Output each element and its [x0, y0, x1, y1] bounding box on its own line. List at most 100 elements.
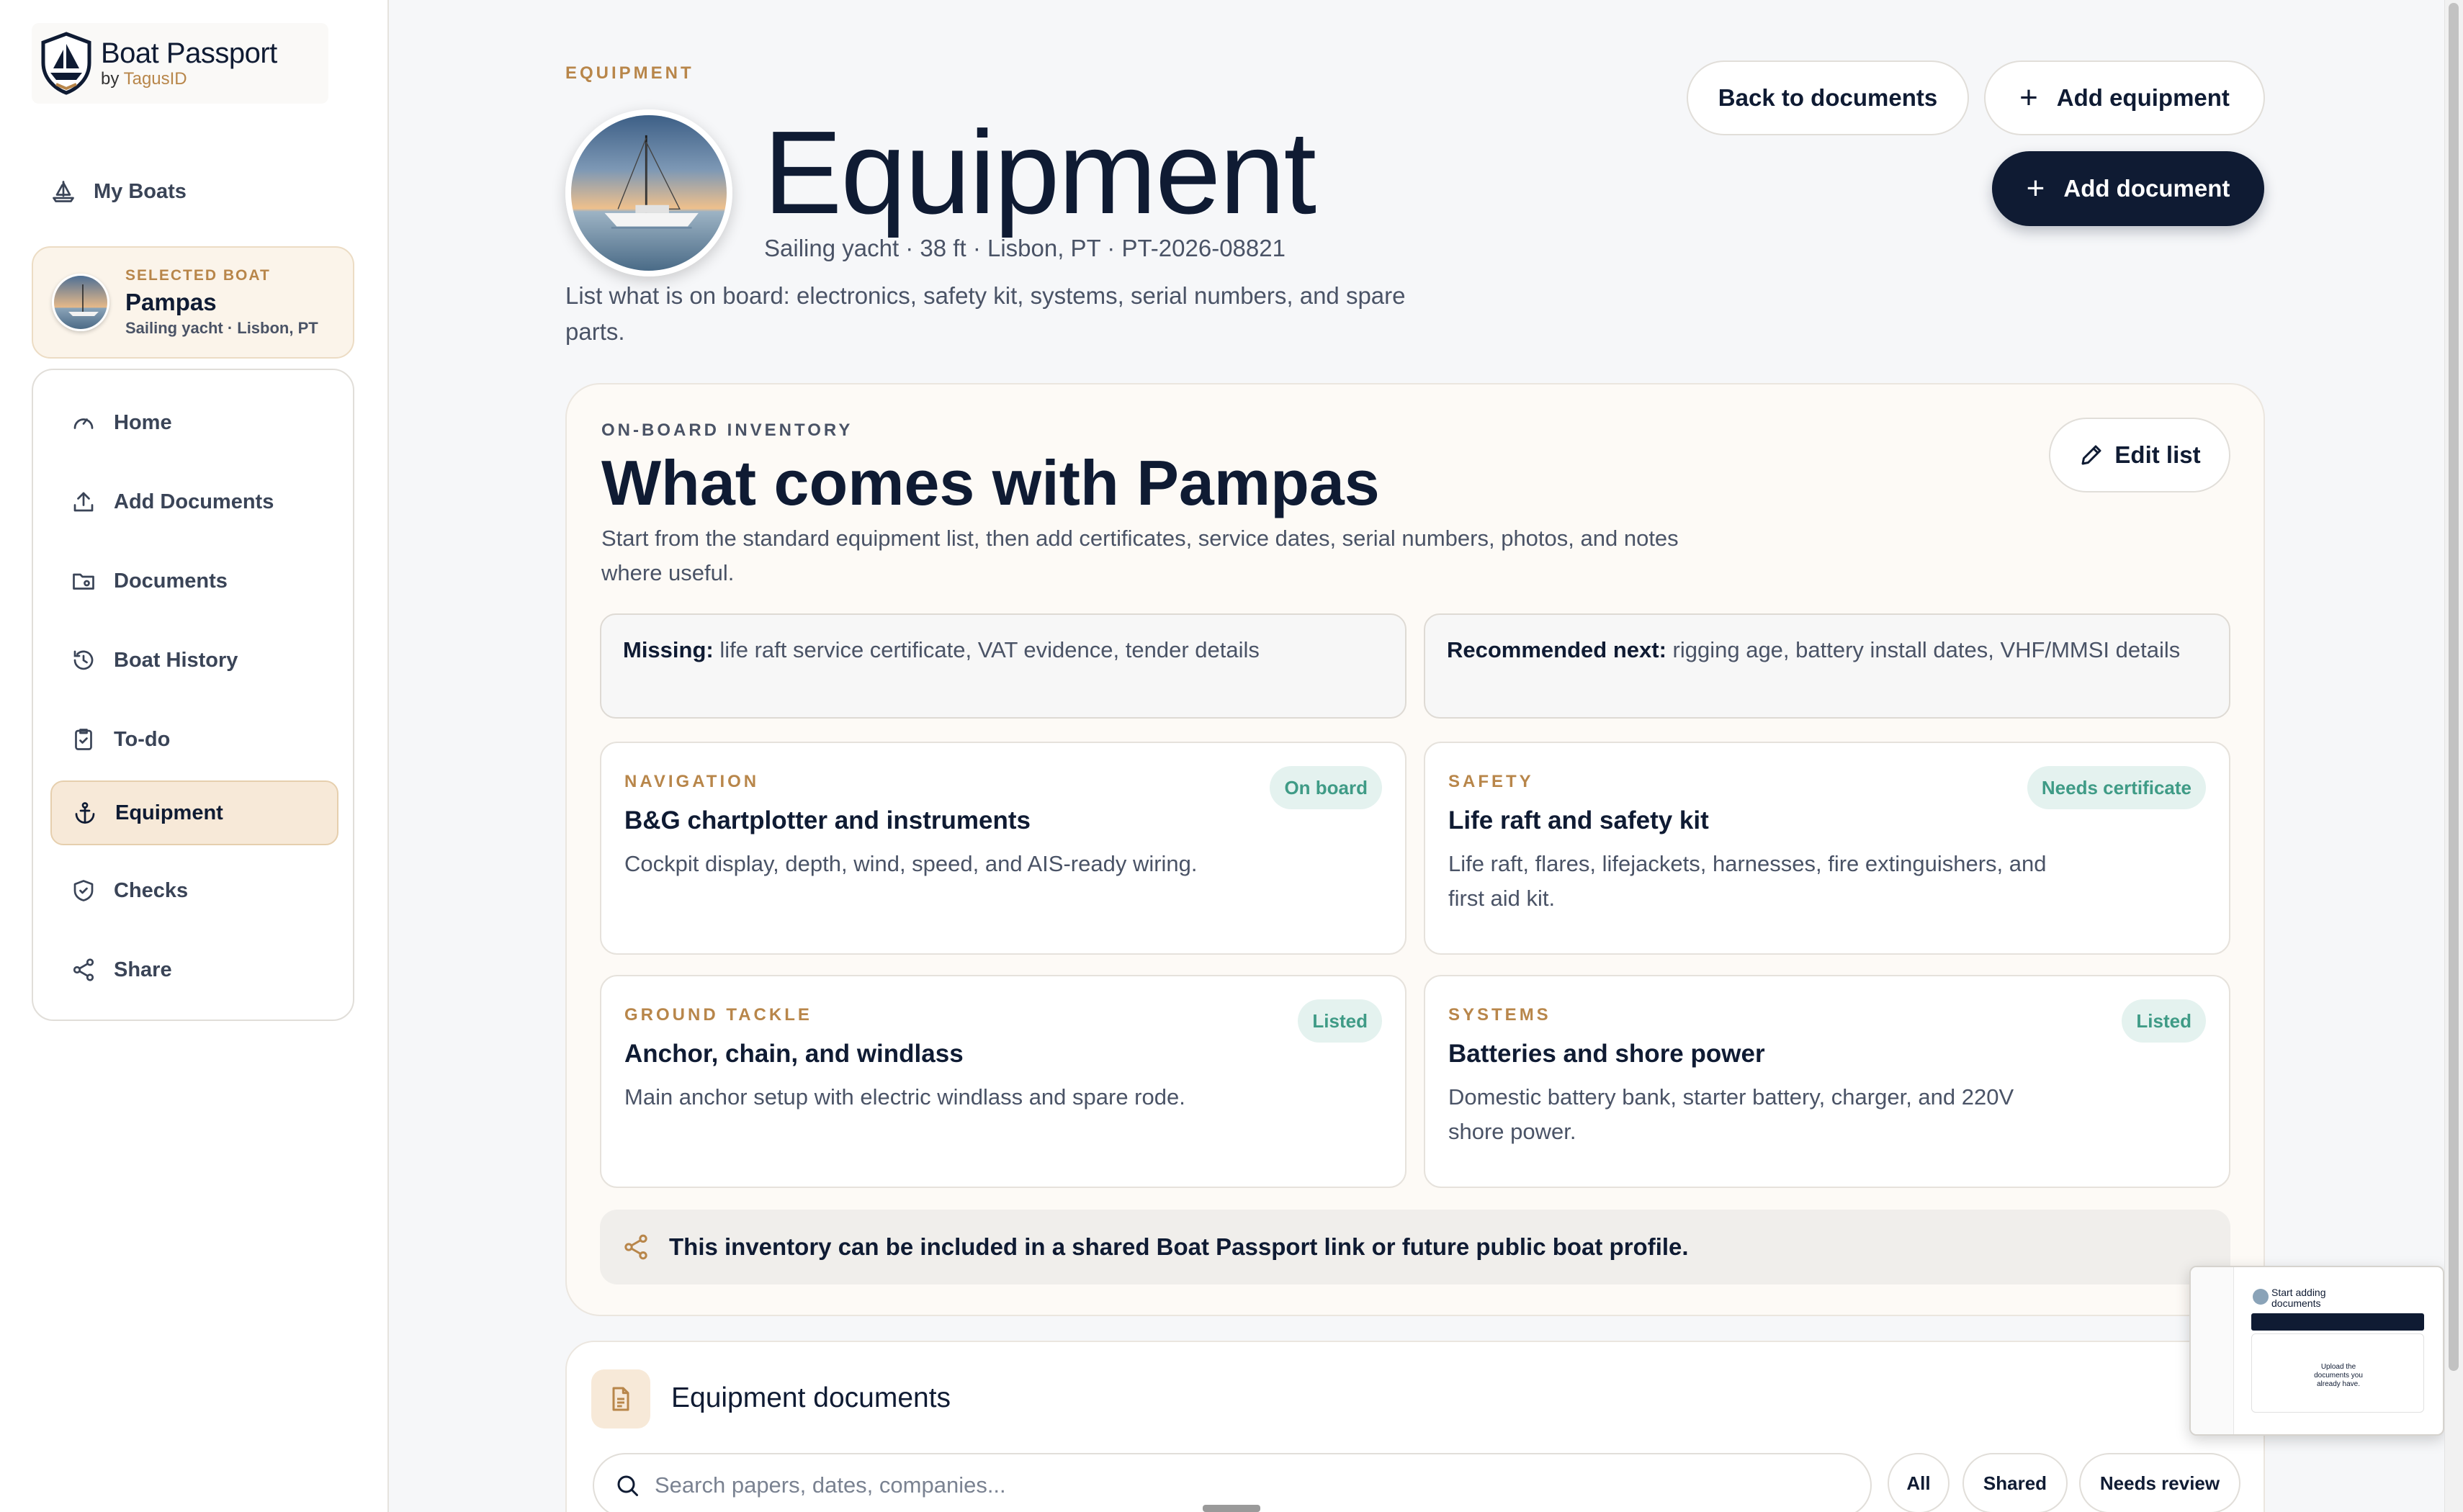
selected-boat-card[interactable]: SELECTED BOAT Pampas Sailing yacht · Lis… [32, 246, 354, 359]
sidebar: Boat Passport by TagusID My Boats SELECT… [0, 0, 389, 1512]
share-icon [73, 958, 94, 981]
sidebar-item-label: Checks [114, 878, 189, 902]
boat-meta: Sailing yacht · 38 ft · Lisbon, PT · PT-… [764, 235, 1286, 261]
anchor-icon [75, 802, 95, 824]
page-kicker: EQUIPMENT [565, 63, 694, 83]
equipment-card-safety[interactable]: SAFETY Life raft and safety kit Life raf… [1424, 742, 2230, 955]
brand-company: TagusID [123, 69, 187, 89]
equipment-category: NAVIGATION [624, 772, 760, 791]
equipment-description: Cockpit display, depth, wind, speed, and… [624, 851, 1198, 876]
add-document-label: Add document [2063, 175, 2230, 202]
brand-by: by [101, 69, 120, 89]
sidebar-nav: Home Add Documents Documents Boat Histor… [32, 369, 354, 1021]
folder-icon [73, 573, 94, 590]
preview-body: Upload the documents you already have. [2314, 1363, 2363, 1388]
equipment-description: Life raft, flares, lifejackets, harnesse… [1448, 851, 2047, 911]
gauge-icon [73, 418, 94, 429]
vertical-scrollbar[interactable] [2444, 0, 2463, 1512]
share-note-banner: This inventory can be included in a shar… [600, 1210, 2230, 1284]
sidebar-item-checks[interactable]: Checks [50, 858, 338, 923]
equipment-title: Batteries and shore power [1448, 1040, 1765, 1068]
equipment-title: Anchor, chain, and windlass [624, 1040, 964, 1068]
sailboat-icon [53, 181, 74, 202]
search-icon [617, 1475, 638, 1496]
add-equipment-label: Add equipment [2056, 84, 2230, 111]
recommended-text: rigging age, battery install dates, VHF/… [1672, 637, 2181, 662]
back-to-documents-button[interactable]: Back to documents [1687, 60, 1969, 135]
selected-boat-kicker: SELECTED BOAT [125, 267, 271, 284]
my-boats-label: My Boats [94, 179, 187, 203]
equipment-description: Main anchor setup with electric windlass… [624, 1084, 1185, 1110]
preview-bar [2251, 1313, 2424, 1331]
brand-logo[interactable]: Boat Passport by TagusID [32, 23, 328, 104]
filter-all[interactable]: All [1888, 1453, 1950, 1512]
boat-shield-logo-icon [41, 32, 91, 95]
my-boats-link[interactable]: My Boats [50, 179, 187, 204]
equipment-category: GROUND TACKLE [624, 1005, 812, 1025]
edit-list-button[interactable]: Edit list [2049, 418, 2230, 492]
sidebar-item-label: Share [114, 958, 172, 981]
sidebar-item-label: Home [114, 410, 172, 434]
equipment-description: Domestic battery bank, starter battery, … [1448, 1084, 2014, 1144]
preview-avatar [2253, 1289, 2269, 1305]
filter-shared[interactable]: Shared [1962, 1453, 2068, 1512]
shield-check-icon [73, 880, 94, 901]
sidebar-item-label: To-do [114, 727, 171, 751]
filter-label: All [1906, 1472, 1931, 1494]
pencil-icon [2081, 445, 2101, 465]
sidebar-item-home[interactable]: Home [50, 390, 338, 455]
page-intro: List what is on board: electronics, safe… [565, 282, 1406, 345]
filter-label: Shared [1983, 1472, 2047, 1494]
back-to-documents-label: Back to documents [1718, 84, 1938, 111]
screen-preview-thumbnail[interactable]: Start adding documents Upload the docume… [2189, 1266, 2444, 1436]
sidebar-item-to-do[interactable]: To-do [50, 707, 338, 772]
missing-label: Missing: [623, 637, 714, 662]
sidebar-item-label: Documents [114, 569, 228, 593]
equipment-card-navigation[interactable]: NAVIGATION B&G chartplotter and instrume… [600, 742, 1407, 955]
inventory-description: Start from the standard equipment list, … [601, 526, 1679, 585]
missing-text: life raft service certificate, VAT evide… [719, 637, 1260, 662]
filter-label: Needs review [2099, 1472, 2220, 1494]
sidebar-item-boat-history[interactable]: Boat History [50, 628, 338, 693]
page-title: Equipment [763, 107, 1316, 238]
brand-title: Boat Passport [101, 37, 277, 69]
boat-thumbnail [52, 274, 109, 331]
status-badge: Listed [1298, 999, 1382, 1043]
add-document-button[interactable]: + Add document [1992, 151, 2264, 226]
recommended-label: Recommended next: [1447, 637, 1666, 662]
clipboard-check-icon [75, 729, 92, 750]
add-equipment-button[interactable]: + Add equipment [1984, 60, 2265, 135]
sidebar-item-share[interactable]: Share [50, 937, 338, 1002]
sidebar-item-equipment[interactable]: Equipment [50, 780, 338, 845]
sidebar-item-documents[interactable]: Documents [50, 549, 338, 613]
equipment-category: SYSTEMS [1448, 1005, 1551, 1025]
selected-boat-meta: Sailing yacht · Lisbon, PT [125, 319, 318, 337]
search-input[interactable]: Search papers, dates, companies... [593, 1453, 1872, 1512]
sidebar-item-label: Boat History [114, 648, 238, 672]
edit-list-label: Edit list [2114, 441, 2201, 468]
share-icon [624, 1234, 647, 1260]
history-icon [73, 650, 94, 670]
filter-needs-review[interactable]: Needs review [2079, 1453, 2240, 1512]
plus-icon: + [2026, 171, 2045, 206]
status-badge: On board [1270, 766, 1382, 809]
inventory-title: What comes with Pampas [601, 447, 1380, 518]
status-badge: Listed [2122, 999, 2206, 1043]
missing-note: Missing: life raft service certificate, … [600, 613, 1407, 719]
sidebar-item-add-documents[interactable]: Add Documents [50, 469, 338, 534]
horizontal-scroll-indicator[interactable] [1203, 1505, 1260, 1512]
scrollbar-thumb[interactable] [2449, 3, 2459, 1371]
equipment-title: B&G chartplotter and instruments [624, 806, 1031, 834]
selected-boat-name: Pampas [125, 289, 217, 315]
equipment-card-ground-tackle[interactable]: GROUND TACKLE Anchor, chain, and windlas… [600, 975, 1407, 1188]
sidebar-item-label: Add Documents [114, 490, 274, 513]
documents-title: Equipment documents [671, 1382, 951, 1413]
inventory-kicker: ON-BOARD INVENTORY [601, 420, 853, 440]
equipment-documents-card: Equipment documents Search papers, dates… [565, 1341, 2265, 1512]
inventory-card: ON-BOARD INVENTORY What comes with Pampa… [565, 383, 2265, 1316]
share-note-text: This inventory can be included in a shar… [669, 1233, 1689, 1260]
status-badge: Needs certificate [2027, 766, 2206, 809]
preview-title: Start adding documents [2271, 1287, 2326, 1309]
equipment-card-systems[interactable]: SYSTEMS Batteries and shore power Domest… [1424, 975, 2230, 1188]
sidebar-item-label: Equipment [115, 801, 223, 824]
